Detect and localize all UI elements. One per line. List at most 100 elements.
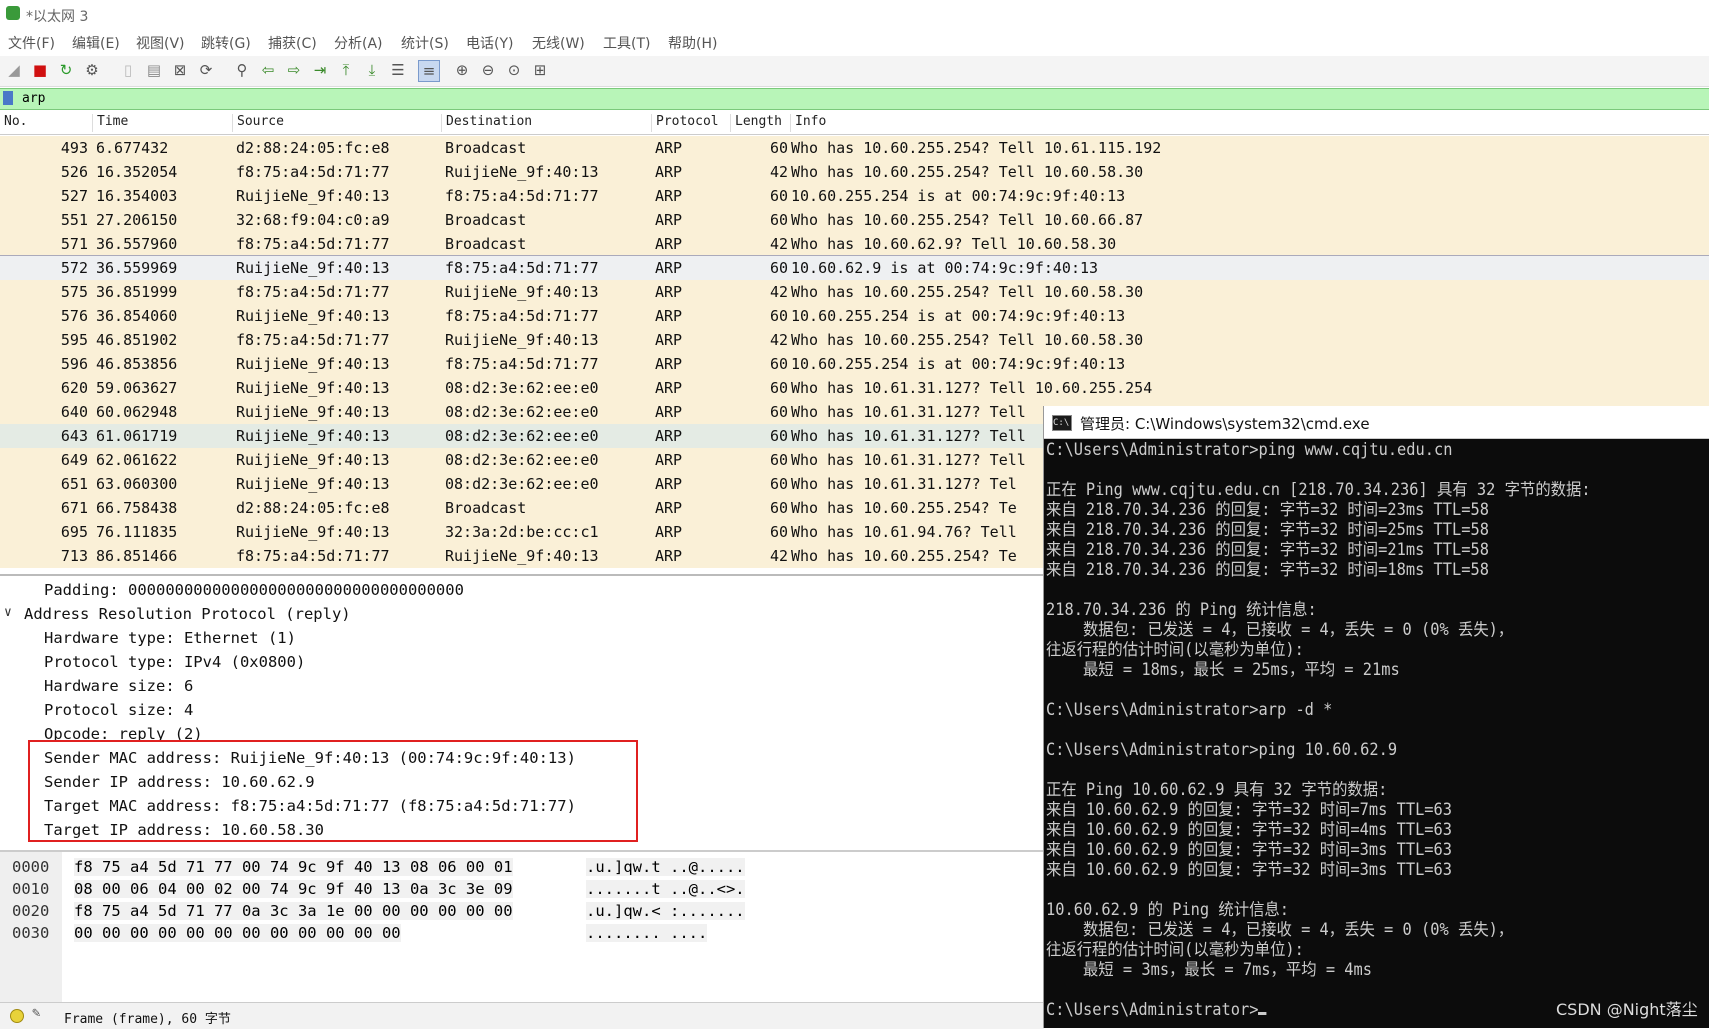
packet-row[interactable]: 493 6.677432 d2:88:24:05:fc:e8 Broadcast ARP…	[0, 136, 1709, 160]
packet-cell-len: 60	[769, 211, 788, 229]
hardware-size-field[interactable]: Hardware size: 6	[44, 677, 193, 695]
menu-statistics[interactable]: 统计(S)	[401, 33, 449, 53]
go-back-icon[interactable]: ⇦	[258, 60, 278, 80]
packet-cell-proto: ARP	[655, 235, 683, 253]
packet-row[interactable]: 575 36.851999 f8:75:a4:5d:71:77 RuijieNe_9f…	[0, 280, 1709, 304]
cmd-console[interactable]: C:\Users\Administrator>ping www.cqjtu.ed…	[1046, 440, 1706, 1020]
packet-cell-no: 649	[60, 451, 88, 469]
menu-go[interactable]: 跳转(G)	[201, 33, 251, 53]
menu-wireless[interactable]: 无线(W)	[532, 33, 585, 53]
packet-cell-dst: Broadcast	[445, 235, 527, 253]
shark-fin-start-icon[interactable]: ◢	[4, 60, 24, 80]
menu-analyze[interactable]: 分析(A)	[334, 33, 383, 53]
packet-cell-time: 63.060300	[96, 475, 178, 493]
main-toolbar: ◢ ■ ↻ ⚙ ▯ ▤ ⊠ ⟳ ⚲ ⇦ ⇨ ⇥ ⤒ ⤓ ☰ ≡ ⊕ ⊖ ⊙ ⊞	[0, 56, 1709, 87]
find-packet-icon[interactable]: ⚲	[232, 60, 252, 80]
menu-telephony[interactable]: 电话(Y)	[466, 33, 513, 53]
zoom-normal-icon[interactable]: ⊙	[504, 60, 524, 80]
close-file-icon[interactable]: ⊠	[170, 60, 190, 80]
packet-cell-no: 713	[60, 547, 88, 565]
packet-cell-no: 572	[60, 259, 88, 277]
packet-row[interactable]: 527 16.354003 RuijieNe_9f:40:13 f8:75:a4:5d…	[0, 184, 1709, 208]
packet-cell-time: 46.853856	[96, 355, 178, 373]
hex-bytes[interactable]: 08 00 06 04 00 02 00 74 9c 9f 40 13 0a 3…	[74, 880, 513, 898]
column-info[interactable]: Info	[790, 114, 826, 132]
packet-cell-proto: ARP	[655, 355, 683, 373]
column-destination[interactable]: Destination	[441, 114, 532, 132]
open-file-icon[interactable]: ▯	[118, 60, 138, 80]
packet-cell-proto: ARP	[655, 547, 683, 565]
column-no[interactable]: No.	[0, 114, 27, 132]
packet-cell-len: 60	[769, 499, 788, 517]
hex-bytes[interactable]: f8 75 a4 5d 71 77 00 74 9c 9f 40 13 08 0…	[74, 858, 513, 876]
packet-cell-proto: ARP	[655, 499, 683, 517]
capture-options-icon[interactable]: ⚙	[82, 60, 102, 80]
menu-edit[interactable]: 编辑(E)	[72, 33, 120, 53]
packet-cell-proto: ARP	[655, 331, 683, 349]
zoom-out-icon[interactable]: ⊖	[478, 60, 498, 80]
cmd-line: 数据包: 已发送 = 4，已接收 = 4，丢失 = 0 (0% 丢失)，	[1046, 620, 1514, 639]
packet-row[interactable]: 596 46.853856 RuijieNe_9f:40:13 f8:75:a4:5d…	[0, 352, 1709, 376]
packet-cell-dst: 08:d2:3e:62:ee:e0	[445, 451, 599, 469]
go-first-icon[interactable]: ⤒	[336, 60, 356, 80]
window-title: *以太网 3	[26, 9, 89, 25]
packet-row[interactable]: 551 27.206150 32:68:f9:04:c0:a9 Broadcast AR…	[0, 208, 1709, 232]
packet-row[interactable]: 576 36.854060 RuijieNe_9f:40:13 f8:75:a4:5d…	[0, 304, 1709, 328]
packet-cell-dst: 08:d2:3e:62:ee:e0	[445, 427, 599, 445]
auto-scroll-icon[interactable]: ☰	[388, 60, 408, 80]
expert-info-icon[interactable]	[10, 1009, 24, 1023]
packet-cell-time: 36.851999	[96, 283, 178, 301]
menu-file[interactable]: 文件(F)	[8, 33, 55, 53]
save-file-icon[interactable]: ▤	[144, 60, 164, 80]
stop-capture-icon[interactable]: ■	[30, 60, 50, 80]
packet-cell-src: RuijieNe_9f:40:13	[236, 187, 390, 205]
hex-bytes[interactable]: 00 00 00 00 00 00 00 00 00 00 00 00	[74, 924, 401, 942]
go-to-packet-icon[interactable]: ⇥	[310, 60, 330, 80]
packet-row[interactable]: 571 36.557960 f8:75:a4:5d:71:77 Broadcast AR…	[0, 232, 1709, 256]
column-source[interactable]: Source	[232, 114, 284, 132]
go-forward-icon[interactable]: ⇨	[284, 60, 304, 80]
column-protocol[interactable]: Protocol	[651, 114, 719, 132]
zoom-in-icon[interactable]: ⊕	[452, 60, 472, 80]
cmd-line: 最短 = 3ms，最长 = 7ms，平均 = 4ms	[1046, 960, 1373, 979]
edit-comment-icon[interactable]: ✎	[32, 1005, 40, 1021]
menu-view[interactable]: 视图(V)	[136, 33, 185, 53]
hex-ascii[interactable]: .u.]qw.t ..@.....	[586, 858, 745, 876]
packet-cell-proto: ARP	[655, 187, 683, 205]
display-filter-input[interactable]	[22, 90, 1702, 106]
column-length[interactable]: Length	[730, 114, 782, 132]
hex-ascii[interactable]: ........ ....	[586, 924, 708, 942]
protocol-type-field[interactable]: Protocol type: IPv4 (0x0800)	[44, 653, 305, 671]
chevron-down-icon[interactable]: ∨	[4, 605, 12, 620]
hardware-type-field[interactable]: Hardware type: Ethernet (1)	[44, 629, 296, 647]
reload-icon[interactable]: ⟳	[196, 60, 216, 80]
packet-cell-no: 651	[60, 475, 88, 493]
packet-row[interactable]: 526 16.352054 f8:75:a4:5d:71:77 RuijieNe_9f…	[0, 160, 1709, 184]
hex-ascii[interactable]: .u.]qw.< :.......	[586, 902, 745, 920]
hex-ascii[interactable]: .......t ..@..<>.	[586, 880, 745, 898]
restart-capture-icon[interactable]: ↻	[56, 60, 76, 80]
cmd-line: 正在 Ping www.cqjtu.edu.cn [218.70.34.236]…	[1046, 480, 1591, 499]
packet-cell-src: RuijieNe_9f:40:13	[236, 523, 390, 541]
hex-bytes[interactable]: f8 75 a4 5d 71 77 0a 3c 3a 1e 00 00 00 0…	[74, 902, 513, 920]
arp-tree-header[interactable]: Address Resolution Protocol (reply)	[24, 605, 351, 623]
bookmark-icon[interactable]	[3, 91, 13, 105]
menu-tools[interactable]: 工具(T)	[603, 33, 650, 53]
resize-columns-icon[interactable]: ⊞	[530, 60, 550, 80]
cmd-line	[1046, 460, 1660, 480]
colorize-icon[interactable]: ≡	[418, 60, 440, 82]
cmd-title-bar[interactable]: C:\ 管理员: C:\Windows\system32\cmd.exe	[1044, 406, 1709, 439]
cmd-line: 数据包: 已发送 = 4，已接收 = 4，丢失 = 0 (0% 丢失)，	[1046, 920, 1514, 939]
packet-cell-time: 16.352054	[96, 163, 178, 181]
menu-help[interactable]: 帮助(H)	[668, 33, 717, 53]
menu-capture[interactable]: 捕获(C)	[268, 33, 317, 53]
padding-field[interactable]: Padding: 0000000000000000000000000000000…	[44, 581, 464, 599]
column-time[interactable]: Time	[92, 114, 128, 132]
packet-row[interactable]: 595 46.851902 f8:75:a4:5d:71:77 RuijieNe_9f…	[0, 328, 1709, 352]
packet-cell-dst: Broadcast	[445, 211, 527, 229]
packet-row[interactable]: 572 36.559969 RuijieNe_9f:40:13 f8:75:a4:5d…	[0, 255, 1709, 281]
protocol-size-field[interactable]: Protocol size: 4	[44, 701, 193, 719]
cmd-line: 来自 218.70.34.236 的回复: 字节=32 时间=21ms TTL=…	[1046, 540, 1489, 559]
go-last-icon[interactable]: ⤓	[362, 60, 382, 80]
packet-row[interactable]: 620 59.063627 RuijieNe_9f:40:13 08:d2:3e:62…	[0, 376, 1709, 400]
